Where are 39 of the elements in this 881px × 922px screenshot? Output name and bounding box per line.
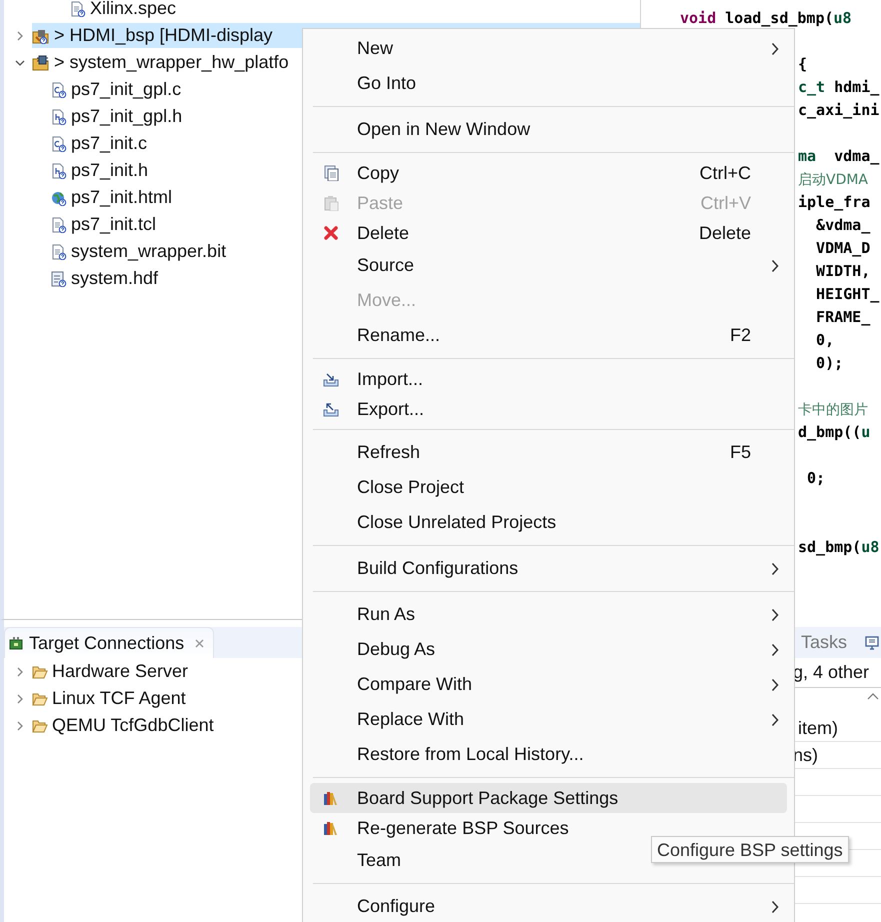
item-label: QEMU TcfGdbClient bbox=[52, 715, 214, 736]
code-line: VDMA_D bbox=[815, 238, 872, 259]
item-label: ps7_init.tcl bbox=[71, 214, 156, 235]
item-label: system_wrapper.bit bbox=[71, 241, 226, 262]
code-line: WIDTH, bbox=[815, 261, 872, 282]
item-label: system.hdf bbox=[71, 268, 158, 289]
item-label: Hardware Server bbox=[52, 661, 188, 682]
item-label: ps7_init_gpl.h bbox=[71, 106, 182, 127]
code-line: c_t hdmi_ bbox=[798, 77, 880, 98]
table-cell-text: item) bbox=[797, 718, 838, 738]
code-line: iple_fra bbox=[798, 192, 872, 213]
code-line: 0, bbox=[815, 330, 836, 351]
code-line: { bbox=[798, 54, 808, 75]
item-label: ps7_init.c bbox=[71, 133, 148, 154]
shortcut-label: Ctrl+C bbox=[699, 162, 751, 182]
code-line: d_bmp((u bbox=[798, 422, 872, 443]
item-label: ps7_init.h bbox=[71, 160, 148, 181]
tooltip: Configure BSP settings bbox=[651, 836, 849, 863]
code-line: void load_sd_bmp(u8 bbox=[680, 8, 853, 29]
code-line: sd_bmp(u8 bbox=[798, 537, 880, 558]
shortcut-label: Ctrl+V bbox=[700, 192, 751, 212]
item-label: ps7_init.html bbox=[71, 187, 172, 208]
item-label: > system_wrapper_hw_platfo bbox=[54, 52, 289, 73]
item-label: > HDMI_bsp [HDMI-display bbox=[54, 25, 273, 46]
code-line: 启动VDMA bbox=[798, 171, 870, 190]
code-line: HEIGHT_ bbox=[815, 284, 880, 305]
code-line: 0); bbox=[815, 353, 844, 374]
item-label: Linux TCF Agent bbox=[52, 688, 186, 709]
code-line: 0; bbox=[806, 468, 826, 489]
shortcut-label: F5 bbox=[730, 442, 751, 462]
code-line: c_axi_ini bbox=[798, 100, 880, 121]
code-line: ma vdma_ bbox=[798, 146, 880, 167]
shortcut-label: Delete bbox=[698, 222, 751, 242]
code-line: &vdma_ bbox=[815, 215, 872, 236]
item-label: Xilinx.spec bbox=[90, 0, 176, 19]
code-line: FRAME_ bbox=[815, 307, 872, 328]
item-label: ps7_init_gpl.c bbox=[71, 79, 182, 100]
shortcut-label: F2 bbox=[730, 325, 751, 345]
code-line: 卡中的图片 bbox=[798, 401, 869, 420]
